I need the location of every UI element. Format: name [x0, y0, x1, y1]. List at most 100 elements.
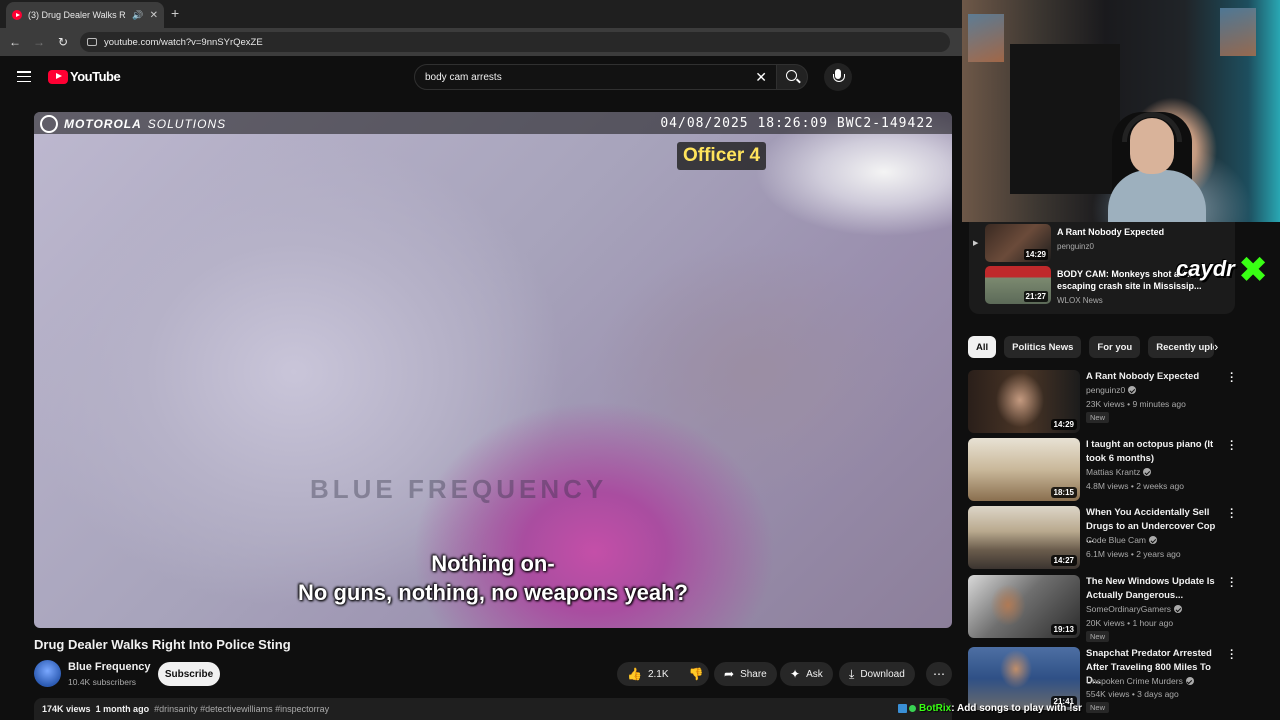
recommended-video[interactable]: 19:13 The New Windows Update Is Actually… — [968, 574, 1258, 642]
video-title-link: A Rant Nobody Expected — [1086, 371, 1200, 382]
more-vert-icon[interactable]: · · · — [1226, 437, 1238, 456]
video-meta: 554K views • 3 days ago — [1086, 689, 1179, 699]
like-dislike-group: 👍 2.1K 👎 — [617, 662, 709, 686]
chat-text: : Add songs to play with !sr — [951, 703, 1082, 714]
youtube-wordmark: YouTube — [70, 69, 121, 84]
recommended-video[interactable]: 18:15 I taught an octopus piano (It took… — [968, 437, 1258, 502]
video-title-link: I taught an octopus piano (It took 6 mon… — [1086, 439, 1214, 464]
queue-thumbnail: 21:27 — [985, 266, 1051, 304]
menu-icon[interactable] — [17, 71, 31, 86]
bodycam-timestamp: 04/08/2025 18:26:09 BWC2-149422 — [660, 116, 934, 131]
forward-icon[interactable]: → — [27, 35, 51, 49]
streamer-tag: caydr — [1176, 256, 1235, 281]
clear-search-icon[interactable]: ✕ — [755, 69, 767, 86]
platform-icon — [898, 703, 907, 713]
mic-icon[interactable] — [824, 63, 852, 91]
video-thumbnail: 14:29 — [968, 370, 1080, 433]
share-icon: ➦ — [724, 667, 735, 681]
queue-channel: penguinz0 — [1057, 242, 1094, 251]
video-channel: Code Blue Cam — [1086, 535, 1158, 545]
site-info-icon[interactable] — [87, 38, 97, 46]
video-duration: 18:15 — [1050, 487, 1077, 498]
description-box[interactable]: 174K views 1 month ago #drinsanity #dete… — [34, 698, 952, 720]
dislike-icon[interactable]: 👎 — [689, 667, 704, 681]
chip-politics-news[interactable]: Politics News — [1004, 336, 1082, 358]
new-badge: New — [1086, 412, 1110, 423]
recommended-video[interactable]: 14:27 When You Accidentally Sell Drugs t… — [968, 505, 1258, 570]
ask-button[interactable]: ✦ Ask — [780, 662, 833, 686]
video-thumbnail: 19:13 — [968, 575, 1080, 638]
more-vert-icon[interactable]: · · · — [1226, 646, 1238, 665]
video-title-link: The New Windows Update Is Actually Dange… — [1086, 576, 1215, 601]
more-vert-icon[interactable]: · · · — [1226, 505, 1238, 524]
more-vert-icon[interactable]: · · · — [1226, 574, 1238, 593]
chevron-right-icon[interactable]: › — [1214, 339, 1218, 354]
verified-icon — [1185, 677, 1194, 685]
more-actions-button[interactable]: ⋯ — [926, 662, 952, 686]
url-field[interactable]: youtube.com/watch?v=9nnSYrQexZE — [80, 32, 950, 52]
webcam-poster — [1220, 8, 1256, 56]
channel-avatar[interactable] — [34, 660, 61, 687]
officer-label: Officer 4 — [677, 142, 767, 170]
video-thumbnail: 14:27 — [968, 506, 1080, 569]
motorola-logo: MOTOROLA SOLUTIONS — [40, 115, 226, 133]
chip-all[interactable]: All — [968, 336, 997, 358]
youtube-logo[interactable]: YouTube — [48, 69, 121, 84]
queue-thumbnail: 14:29 — [985, 224, 1051, 262]
subscribe-button[interactable]: Subscribe — [158, 662, 220, 686]
chat-username: BotRix — [919, 703, 952, 714]
chat-message: BotRix: Add songs to play with !sr — [898, 703, 1082, 714]
streamer-x-icon: ✖ — [1238, 249, 1269, 290]
video-player[interactable]: MOTOROLA SOLUTIONS 04/08/2025 18:26:09 BW… — [34, 112, 952, 628]
video-channel: Mattias Krantz — [1086, 467, 1152, 477]
video-duration: 14:27 — [1050, 555, 1077, 566]
more-vert-icon[interactable]: · · · — [1226, 369, 1238, 388]
video-meta: 4.8M views • 2 weeks ago — [1086, 481, 1184, 491]
hashtags[interactable]: #drinsanity #detectivewilliams #inspecto… — [154, 704, 329, 714]
search-icon — [786, 70, 797, 81]
chip-recently-uploaded[interactable]: Recently uploaded — [1148, 336, 1215, 358]
recommended-video[interactable]: 14:29 A Rant Nobody Expected penguinz0 2… — [968, 369, 1258, 434]
verified-icon — [1143, 468, 1152, 476]
close-tab-icon[interactable]: ✕ — [150, 10, 158, 21]
search-button[interactable] — [776, 64, 808, 90]
recommended-video[interactable]: 21:41 Snapchat Predator Arrested After T… — [968, 646, 1258, 713]
channel-watermark: BLUE FREQUENCY — [310, 474, 608, 504]
video-title: Drug Dealer Walks Right Into Police Stin… — [34, 637, 291, 652]
browser-tab-bar: (3) Drug Dealer Walks Right 🔊 ✕ + — [0, 0, 962, 28]
subtitle-line-1: Nothing on- — [431, 551, 555, 576]
more-icon: ⋯ — [933, 667, 945, 681]
video-channel: SomeOrdinaryGamers — [1086, 604, 1183, 614]
back-icon[interactable]: ← — [3, 35, 27, 49]
streamer-webcam — [962, 0, 1280, 222]
queue-channel: WLOX News — [1057, 296, 1103, 305]
video-duration: 19:13 — [1050, 624, 1077, 635]
video-channel: penguinz0 — [1086, 385, 1137, 395]
bot-status-icon — [909, 704, 916, 712]
new-tab-button[interactable]: + — [171, 5, 179, 21]
download-label: Download — [860, 668, 905, 680]
filter-chips: All Politics News For you Recently uploa… — [968, 336, 1215, 358]
channel-name[interactable]: Blue Frequency — [68, 661, 151, 673]
search-input[interactable]: body cam arrests ✕ — [414, 64, 778, 90]
video-channel: Unspoken Crime Murders — [1086, 676, 1194, 686]
video-thumbnail: 21:41 — [968, 647, 1080, 710]
tab-title: (3) Drug Dealer Walks Right — [28, 10, 126, 20]
download-icon: ⤓ — [849, 666, 855, 681]
browser-tab[interactable]: (3) Drug Dealer Walks Right 🔊 ✕ — [6, 2, 164, 28]
speaker-icon[interactable]: 🔊 — [132, 10, 143, 21]
ask-icon: ✦ — [790, 667, 801, 681]
verified-icon — [1149, 536, 1158, 544]
subtitle-line-2: No guns, nothing, no weapons yeah? — [298, 580, 688, 605]
new-badge: New — [1086, 702, 1110, 713]
chip-for-you[interactable]: For you — [1089, 336, 1141, 358]
reload-icon[interactable]: ↻ — [51, 35, 75, 49]
url-text: youtube.com/watch?v=9nnSYrQexZE — [104, 36, 263, 48]
share-button[interactable]: ➦ Share — [714, 662, 777, 686]
ask-label: Ask — [806, 668, 823, 680]
youtube-favicon-icon — [12, 10, 22, 20]
download-button[interactable]: ⤓ Download — [839, 662, 915, 686]
like-icon[interactable]: 👍 — [627, 667, 642, 681]
like-count[interactable]: 2.1K — [648, 669, 669, 680]
video-thumbnail: 18:15 — [968, 438, 1080, 501]
